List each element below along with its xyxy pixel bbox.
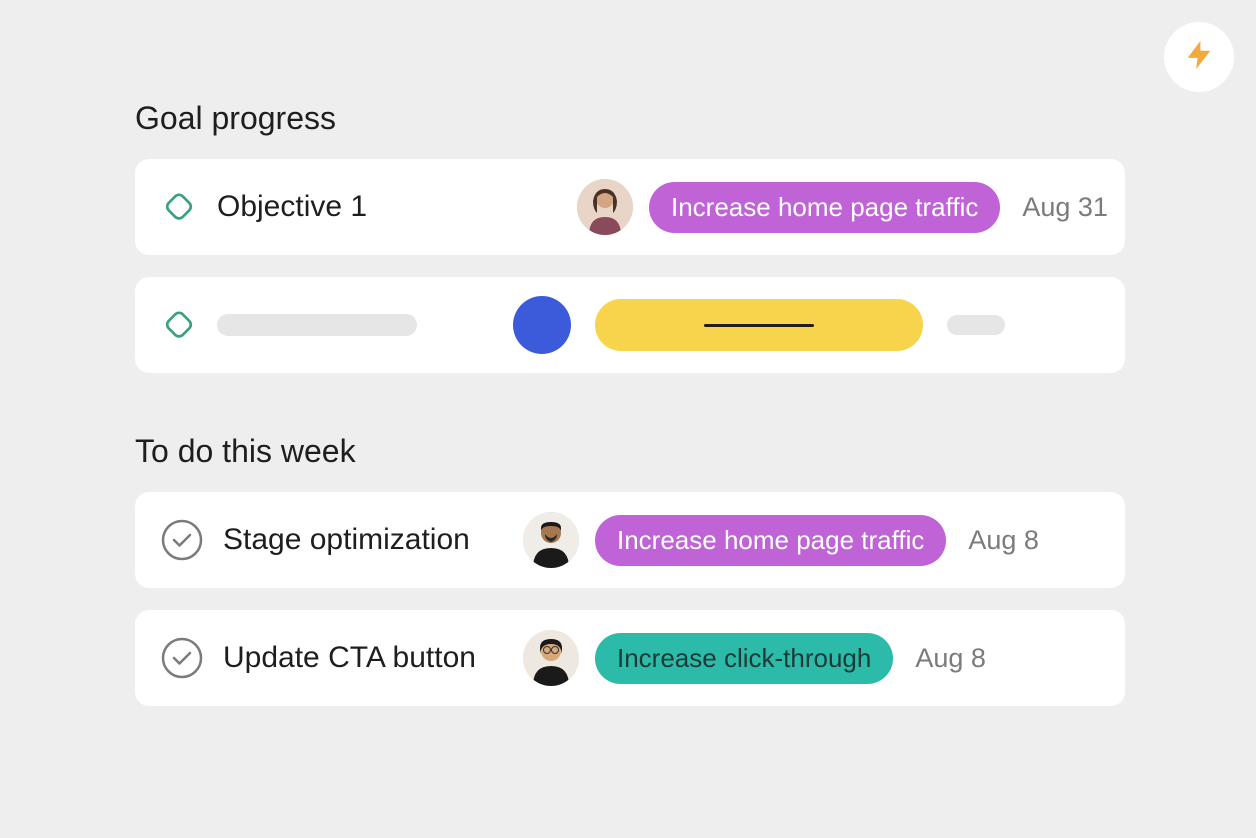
skeleton-title-placeholder bbox=[217, 314, 417, 336]
skeleton-tag-line bbox=[704, 324, 814, 327]
task-card[interactable]: Update CTA button Increase click-through… bbox=[135, 610, 1125, 706]
avatar[interactable] bbox=[577, 179, 633, 235]
avatar[interactable] bbox=[523, 512, 579, 568]
diamond-icon bbox=[161, 189, 197, 225]
check-circle-icon[interactable] bbox=[161, 637, 203, 679]
goals-section-title: Goal progress bbox=[135, 100, 1125, 137]
check-circle-icon[interactable] bbox=[161, 519, 203, 561]
skeleton-tag-placeholder bbox=[595, 299, 923, 351]
lightning-icon bbox=[1182, 38, 1216, 77]
task-tag[interactable]: Increase click-through bbox=[595, 633, 893, 684]
goal-card-skeleton bbox=[135, 277, 1125, 373]
goal-tag[interactable]: Increase home page traffic bbox=[649, 182, 1000, 233]
task-title: Stage optimization bbox=[223, 523, 523, 557]
diamond-icon bbox=[161, 307, 197, 343]
lightning-button[interactable] bbox=[1164, 22, 1234, 92]
todos-section-title: To do this week bbox=[135, 433, 1125, 470]
goal-card[interactable]: Objective 1 Increase home page traffic A… bbox=[135, 159, 1125, 255]
avatar[interactable] bbox=[523, 630, 579, 686]
skeleton-avatar-placeholder bbox=[513, 296, 571, 354]
skeleton-date-placeholder bbox=[947, 315, 1005, 335]
dashboard-content: Goal progress Objective 1 Increase home … bbox=[135, 100, 1125, 728]
goal-date: Aug 31 bbox=[1022, 192, 1108, 223]
task-card[interactable]: Stage optimization Increase home page tr… bbox=[135, 492, 1125, 588]
task-title: Update CTA button bbox=[223, 641, 523, 675]
goal-title: Objective 1 bbox=[217, 190, 577, 224]
task-date: Aug 8 bbox=[915, 643, 986, 674]
task-tag[interactable]: Increase home page traffic bbox=[595, 515, 946, 566]
task-date: Aug 8 bbox=[968, 525, 1039, 556]
